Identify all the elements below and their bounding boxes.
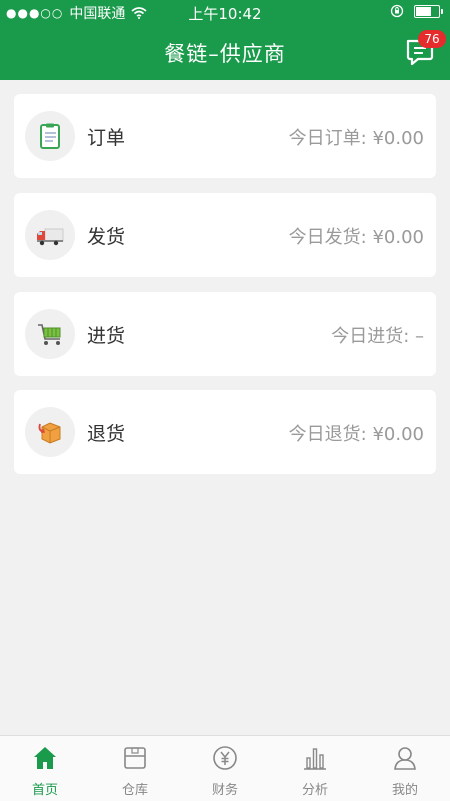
truck-icon: [37, 228, 64, 246]
tab-label: 仓库: [121, 783, 148, 798]
rotation-lock-icon: [390, 4, 404, 18]
card-orders[interactable]: 订单 今日订单: ¥0.00: [14, 94, 436, 178]
tab-home[interactable]: 首页: [0, 736, 90, 801]
card-label: 退货: [87, 423, 126, 445]
card-purchase[interactable]: 进货 今日进货: –: [14, 292, 436, 376]
warehouse-icon: [124, 747, 146, 769]
card-value: 今日进货: –: [331, 326, 424, 347]
tab-label: 我的: [391, 783, 418, 798]
card-value: 今日订单: ¥0.00: [288, 128, 424, 149]
app-header: ●●●○○ 中国联通 上午10:42 餐链–供应商 76: [0, 0, 450, 80]
home-icon: [34, 747, 56, 769]
tab-analysis[interactable]: 分析: [270, 736, 360, 801]
tab-label: 首页: [31, 783, 58, 798]
bottom-tab-bar: 首页 仓库 财务 分析 我的: [0, 735, 450, 801]
card-label: 发货: [87, 226, 126, 248]
tab-profile[interactable]: 我的: [360, 736, 450, 801]
page-title: 餐链–供应商: [164, 42, 286, 66]
tab-label: 分析: [301, 783, 328, 798]
card-value: 今日发货: ¥0.00: [288, 227, 424, 248]
card-label: 订单: [87, 127, 126, 149]
tab-warehouse[interactable]: 仓库: [90, 736, 180, 801]
yuan-icon: [213, 746, 237, 770]
user-icon: [394, 747, 416, 770]
status-bar: ●●●○○ 中国联通 上午10:42: [0, 0, 450, 24]
card-shipping[interactable]: 发货 今日发货: ¥0.00: [14, 193, 436, 277]
battery-icon: [414, 4, 443, 18]
clipboard-icon: [40, 123, 60, 149]
bar-chart-icon: [304, 748, 326, 770]
status-time: 上午10:42: [188, 5, 262, 23]
card-label: 进货: [87, 325, 126, 347]
tab-label: 财务: [211, 783, 238, 798]
cart-icon: [38, 324, 61, 345]
return-box-icon: [38, 422, 61, 444]
card-value: 今日退货: ¥0.00: [288, 424, 424, 445]
message-badge: 76: [418, 30, 446, 48]
card-returns[interactable]: 退货 今日退货: ¥0.00: [14, 390, 436, 474]
tab-finance[interactable]: 财务: [180, 736, 270, 801]
